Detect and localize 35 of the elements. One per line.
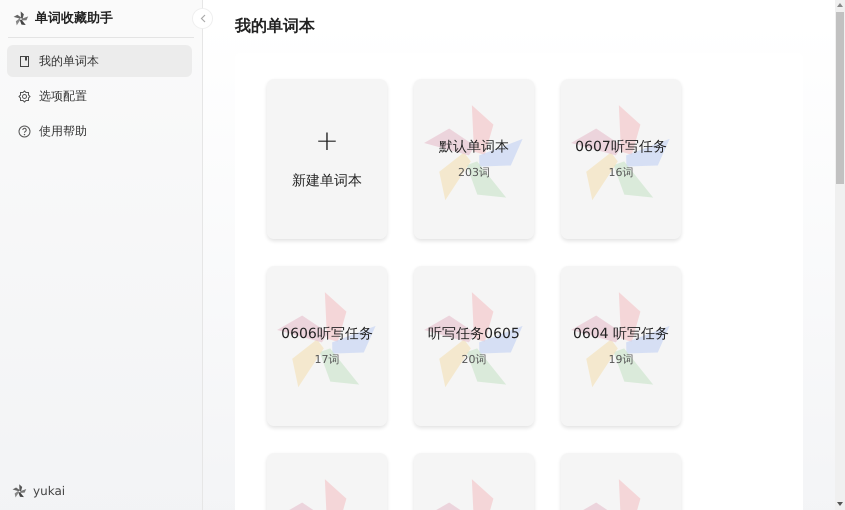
scrollbar-thumb[interactable] [836,12,844,184]
new-book-card[interactable]: + 新建单词本 [267,79,387,239]
book-card[interactable]: 0607听写任务 16词 [561,79,681,239]
settings-icon [18,90,31,102]
scrollbar[interactable] [835,0,845,510]
chevron-left-icon [200,14,206,23]
book-card[interactable]: 0604 听写任务 19词 [561,266,681,426]
book-title: 0604 听写任务 [572,324,670,344]
book-title: 0606听写任务 [281,324,373,344]
book-icon [18,54,31,68]
collapse-button[interactable] [192,8,213,29]
user-name: yukai [33,483,66,500]
new-book-label: 新建单词本 [292,172,362,190]
book-title: 听写任务0605 [428,324,520,344]
star-logo-icon [13,10,29,26]
user-avatar-icon [12,484,27,498]
word-count: 16词 [608,164,634,181]
book-title: 默认单词本 [439,138,509,157]
word-count: 17词 [314,352,340,368]
book-card[interactable]: 听写任务0605 20词 [414,266,534,426]
word-count: 203词 [458,164,490,181]
sidebar-item[interactable]: 使用帮助 [7,115,192,147]
app-title: 单词收藏助手 [35,10,113,28]
help-icon [18,124,31,138]
sidebar-item[interactable]: 选项配置 [7,80,192,112]
book-card[interactable]: 默认单词本 203词 [414,79,534,239]
word-count: 20词 [462,352,486,368]
page-title: 我的单词本 [235,15,316,37]
scroll-down-icon[interactable] [837,502,843,507]
book-title: 0607听写任务 [575,138,667,157]
sidebar-item[interactable]: 我的单词本 [7,45,192,77]
word-count: 19词 [608,352,634,368]
scroll-up-icon[interactable] [837,2,843,7]
plus-icon: + [315,126,339,154]
book-card[interactable]: 0606听写任务 17词 [267,266,387,426]
